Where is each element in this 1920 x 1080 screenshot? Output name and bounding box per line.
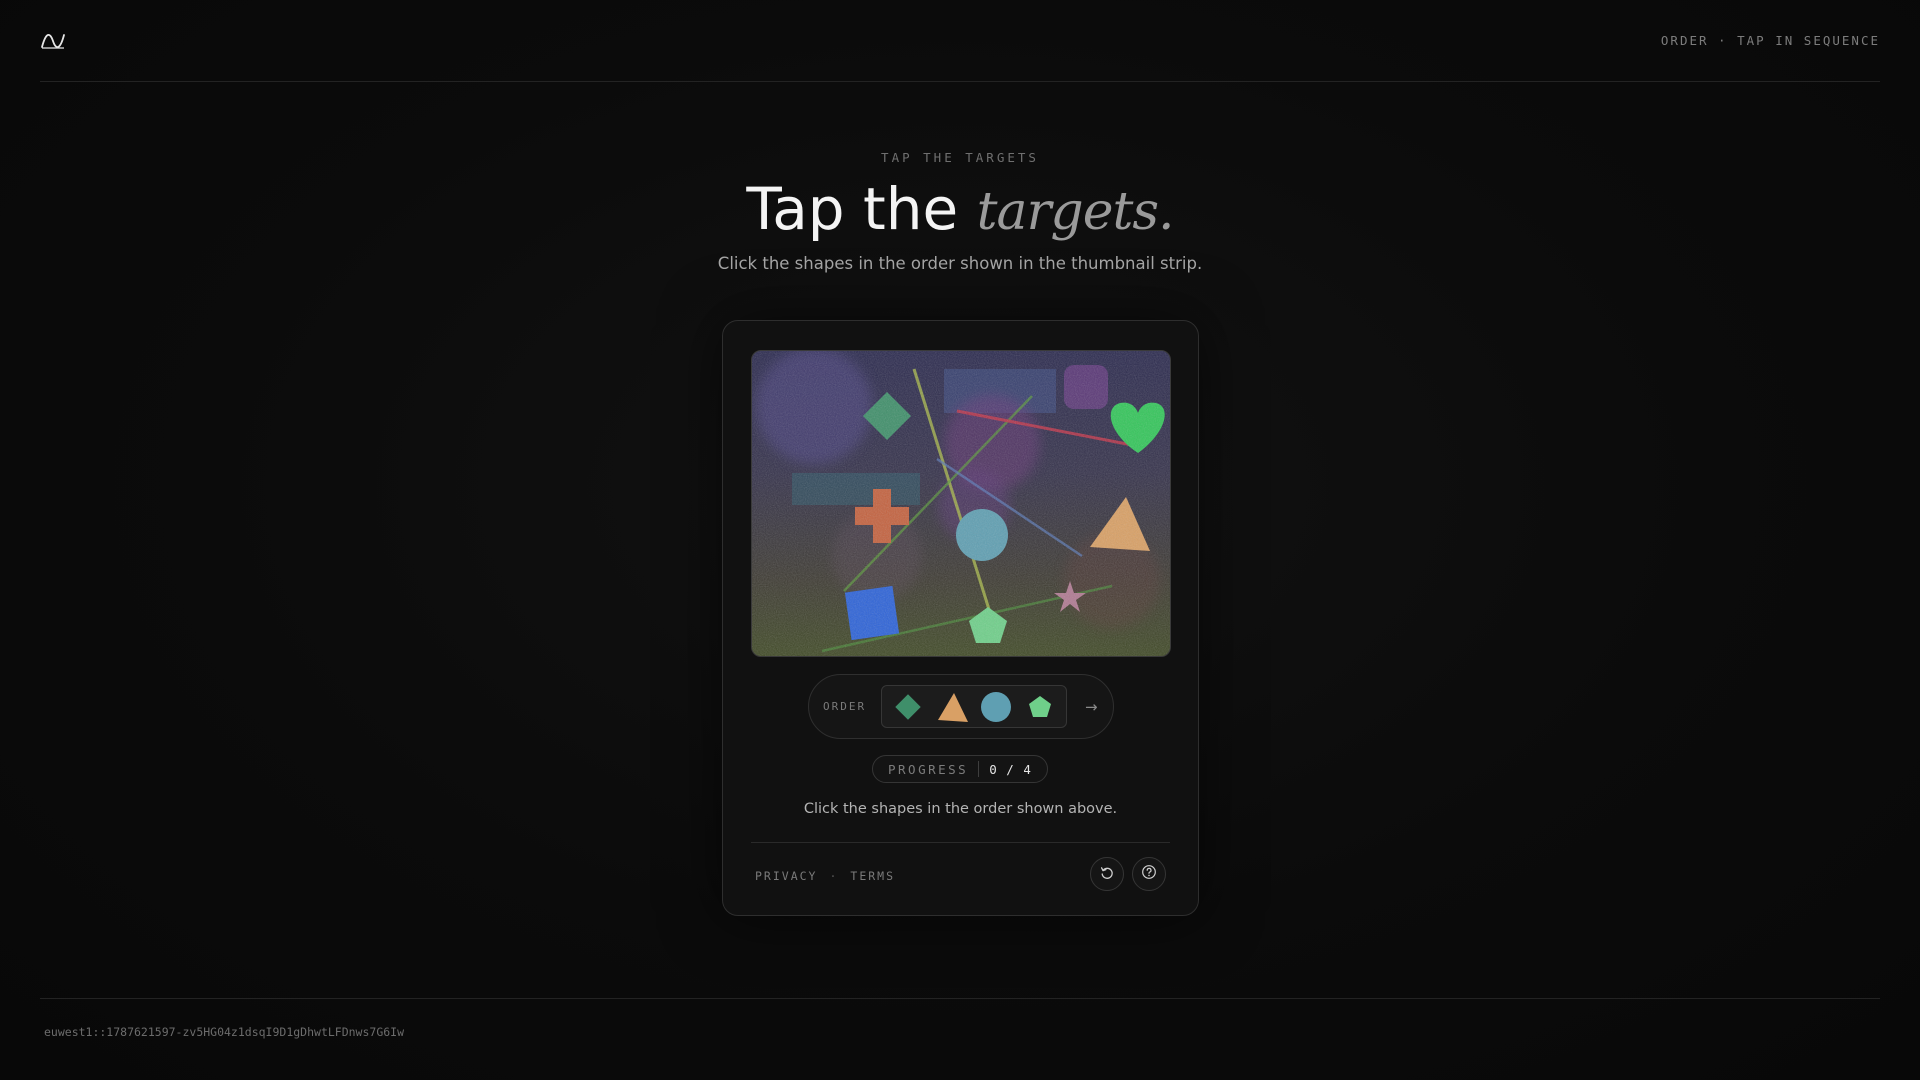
progress-value: 0 / 4 — [989, 761, 1032, 777]
order-thumbnails — [881, 685, 1067, 728]
eyebrow-label: TAP THE TARGETS — [881, 150, 1039, 165]
thumb-diamond-icon — [888, 689, 928, 725]
wave-logo-icon[interactable] — [40, 31, 66, 51]
progress-divider — [978, 761, 980, 777]
thumb-triangle-icon — [932, 689, 972, 725]
page-title: Tap the targets. — [0, 179, 1920, 240]
help-button[interactable] — [1132, 857, 1166, 891]
card-actions — [1090, 857, 1166, 891]
noise-overlay — [752, 351, 1170, 656]
challenge-canvas[interactable] — [751, 350, 1171, 657]
instruction-hint: Click the shapes in the order shown abov… — [803, 801, 1118, 817]
progress-indicator: PROGRESS 0 / 4 — [872, 755, 1048, 783]
thumb-circle-icon — [976, 689, 1016, 725]
order-label: ORDER — [823, 700, 867, 713]
card-divider — [751, 842, 1170, 843]
session-id: euwest1::1787621597-zv5HG04z1dsqI9D1gDhw… — [44, 1025, 405, 1039]
terms-link[interactable]: TERMS — [850, 869, 895, 883]
challenge-card: ORDER → PROGRESS 0 / 4 Click the shapes … — [722, 320, 1199, 916]
arrow-right-icon[interactable]: → — [1085, 698, 1098, 716]
refresh-button[interactable] — [1090, 857, 1124, 891]
title-plain: Tap the — [746, 175, 977, 243]
top-bar: ORDER · TAP IN SEQUENCE — [40, 0, 1880, 82]
order-strip: ORDER → — [808, 674, 1114, 739]
refresh-icon — [1100, 865, 1114, 884]
footer-divider — [40, 998, 1880, 999]
privacy-link[interactable]: PRIVACY — [755, 869, 817, 883]
title-accent: targets. — [976, 182, 1175, 242]
legal-links: PRIVACY · TERMS — [755, 869, 895, 883]
help-icon — [1141, 864, 1157, 884]
thumb-pentagon-icon — [1020, 689, 1060, 725]
hero: TAP THE TARGETS Tap the targets. Click t… — [0, 150, 1920, 273]
progress-label: PROGRESS — [888, 761, 969, 777]
mode-status-text: ORDER · TAP IN SEQUENCE — [1660, 33, 1880, 48]
link-separator: · — [829, 869, 839, 883]
page-subtitle: Click the shapes in the order shown in t… — [717, 253, 1203, 273]
